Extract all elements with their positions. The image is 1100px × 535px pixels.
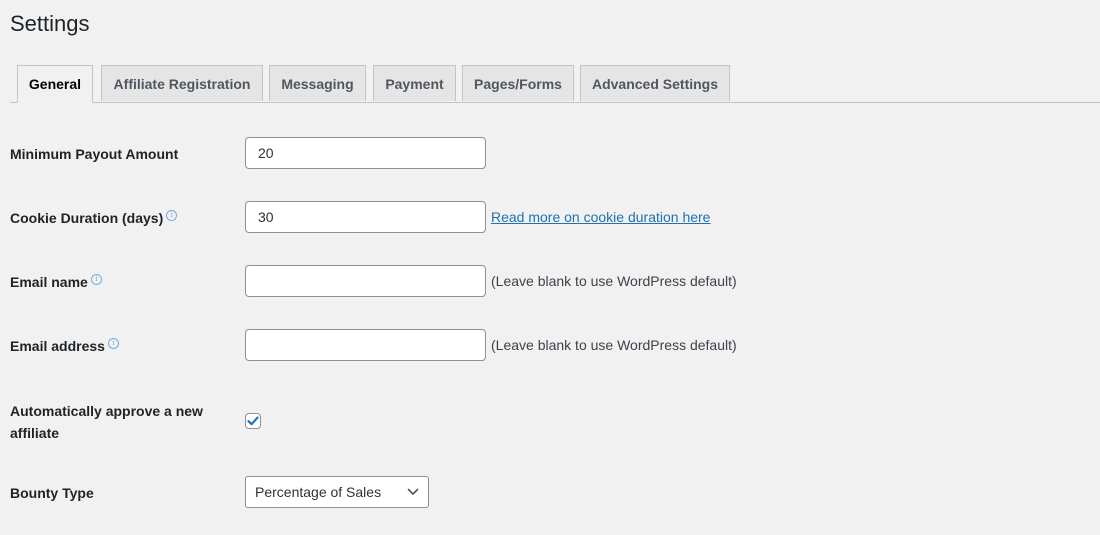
chevron-down-icon	[407, 488, 419, 495]
auto-approve-label-line1: Automatically approve a new	[10, 403, 203, 419]
tab-bar: General Affiliate Registration Messaging…	[10, 65, 1100, 103]
tab-payment[interactable]: Payment	[373, 65, 456, 101]
cookie-duration-read-more-link[interactable]: Read more on cookie duration here	[491, 209, 710, 225]
email-address-label-text: Email address	[10, 338, 105, 354]
info-icon[interactable]: i	[166, 210, 178, 222]
info-icon[interactable]: i	[107, 338, 119, 350]
bounty-type-select[interactable]: Percentage of Sales	[245, 476, 429, 508]
checkmark-icon	[247, 416, 259, 426]
email-name-hint: (Leave blank to use WordPress default)	[491, 273, 737, 289]
bounty-type-label-text: Bounty Type	[10, 485, 94, 501]
bounty-type-selected-value: Percentage of Sales	[255, 484, 382, 500]
email-name-input[interactable]	[245, 265, 486, 297]
email-name-label-text: Email name	[10, 274, 88, 290]
cookie-duration-hint: Read more on cookie duration here	[491, 207, 710, 227]
minimum-payout-input[interactable]	[245, 137, 486, 169]
tab-affiliate-registration[interactable]: Affiliate Registration	[101, 65, 263, 101]
cookie-duration-label-text: Cookie Duration (days)	[10, 210, 164, 226]
tab-advanced-settings[interactable]: Advanced Settings	[580, 65, 730, 101]
minimum-payout-label-text: Minimum Payout Amount	[10, 146, 179, 162]
email-name-label: Email name i	[10, 271, 102, 293]
auto-approve-label-line2: affiliate	[10, 425, 60, 441]
auto-approve-checkbox[interactable]	[245, 413, 261, 429]
tab-pages-forms[interactable]: Pages/Forms	[462, 65, 574, 101]
email-address-input[interactable]	[245, 329, 486, 361]
minimum-payout-label: Minimum Payout Amount	[10, 143, 178, 165]
page-title: Settings	[10, 11, 90, 36]
cookie-duration-input[interactable]	[245, 201, 486, 233]
info-icon[interactable]: i	[90, 274, 102, 286]
tab-messaging[interactable]: Messaging	[269, 65, 366, 101]
auto-approve-label: Automatically approve a new affiliate	[10, 400, 203, 444]
email-address-hint: (Leave blank to use WordPress default)	[491, 337, 737, 353]
bounty-type-label: Bounty Type	[10, 482, 94, 504]
email-address-label: Email address i	[10, 335, 119, 357]
cookie-duration-label: Cookie Duration (days) i	[10, 207, 178, 229]
tab-general[interactable]: General	[17, 65, 93, 103]
